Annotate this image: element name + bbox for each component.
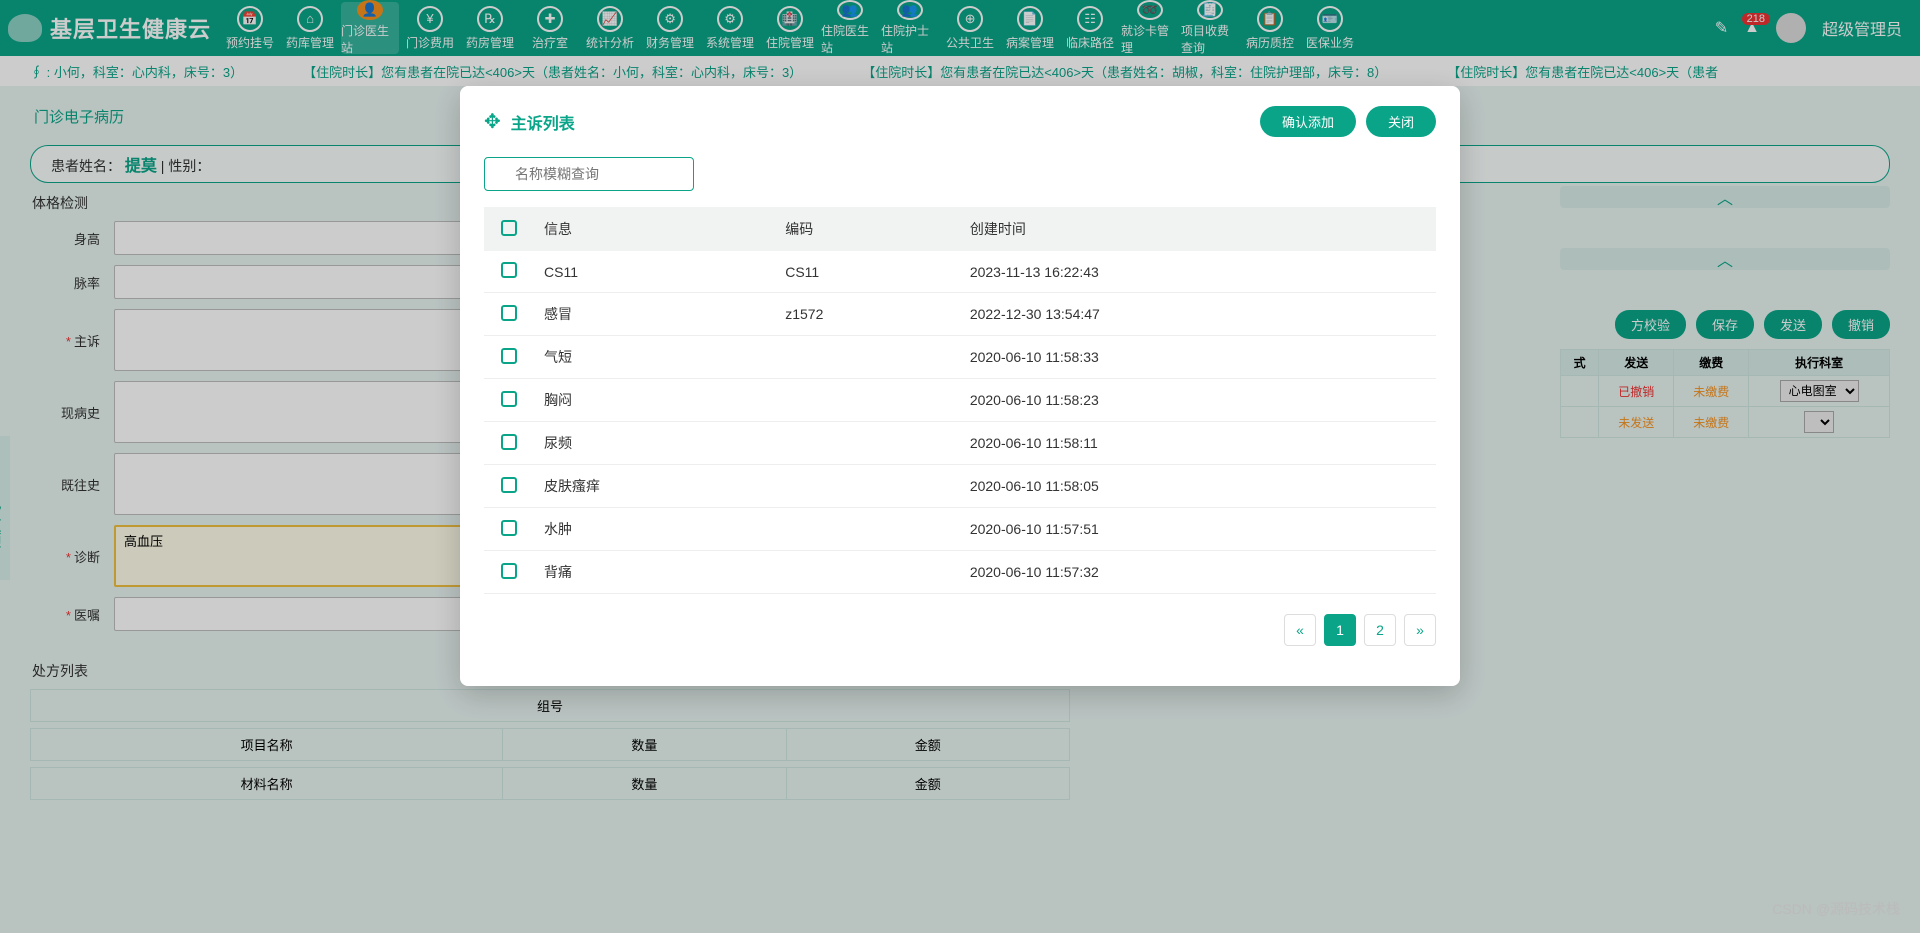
checkbox[interactable] [501,563,517,579]
modal-title: 主诉列表 [511,110,1260,134]
table-row[interactable]: 背痛2020-06-10 11:57:32 [484,551,1436,594]
page-»[interactable]: » [1404,614,1436,646]
checkbox[interactable] [501,477,517,493]
page-2[interactable]: 2 [1364,614,1396,646]
table-row[interactable]: 胸闷2020-06-10 11:58:23 [484,379,1436,422]
table-row[interactable]: CS11CS112023-11-13 16:22:43 [484,251,1436,293]
table-row[interactable]: 皮肤瘙痒2020-06-10 11:58:05 [484,465,1436,508]
table-row[interactable]: 感冒z15722022-12-30 13:54:47 [484,293,1436,336]
checkbox[interactable] [501,348,517,364]
complaint-table: 信息编码创建时间 CS11CS112023-11-13 16:22:43感冒z1… [484,207,1436,594]
confirm-add-button[interactable]: 确认添加 [1260,106,1356,137]
table-row[interactable]: 气短2020-06-10 11:58:33 [484,336,1436,379]
modal-mask: ✥ 主诉列表 确认添加 关闭 🔍 信息编码创建时间 CS11CS112023-1… [0,0,1920,933]
search-input[interactable] [484,157,694,191]
checkbox[interactable] [501,262,517,278]
checkbox[interactable] [501,391,517,407]
close-button[interactable]: 关闭 [1366,106,1436,137]
checkbox[interactable] [501,434,517,450]
pagination: «12» [484,614,1436,646]
page-«[interactable]: « [1284,614,1316,646]
checkbox[interactable] [501,520,517,536]
table-row[interactable]: 尿频2020-06-10 11:58:11 [484,422,1436,465]
watermark: CSDN @源码技术栈 [1772,899,1900,919]
checkbox[interactable] [501,305,517,321]
chief-complaint-modal: ✥ 主诉列表 确认添加 关闭 🔍 信息编码创建时间 CS11CS112023-1… [460,86,1460,686]
checkbox-all[interactable] [501,220,517,236]
move-icon[interactable]: ✥ [484,109,501,134]
table-row[interactable]: 水肿2020-06-10 11:57:51 [484,508,1436,551]
page-1[interactable]: 1 [1324,614,1356,646]
